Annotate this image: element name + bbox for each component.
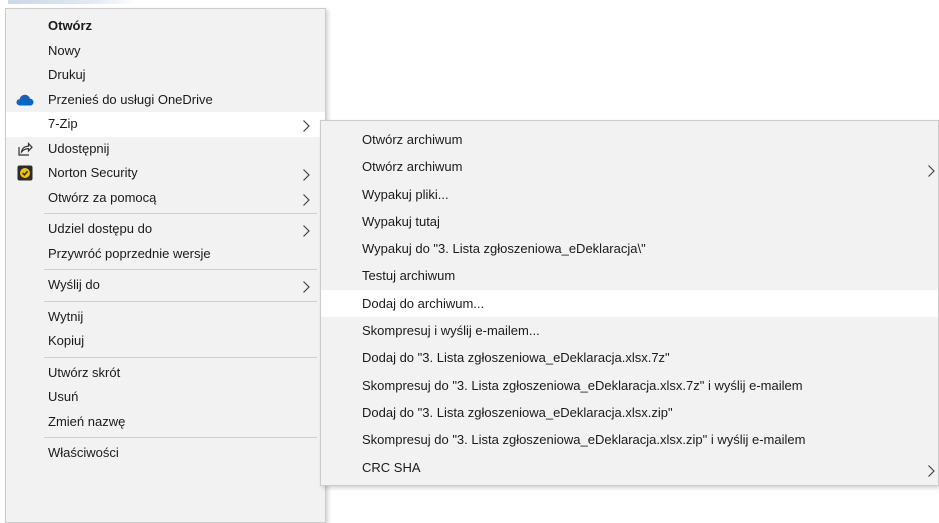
menu-item-label: Utwórz skrót bbox=[48, 364, 121, 380]
menu-separator bbox=[44, 269, 317, 270]
menu-item-wlasciwosci[interactable]: Właściwości bbox=[6, 441, 325, 466]
submenu-item-skompresuj-do-3-lista-zgloszeniowa-edeklaracja-x[interactable]: Skompresuj do "3. Lista zgłoszeniowa_eDe… bbox=[321, 372, 938, 399]
menu-item-otworz[interactable]: Otwórz bbox=[6, 14, 325, 39]
chevron-right-icon bbox=[301, 166, 311, 182]
menu-separator bbox=[44, 356, 317, 358]
menu-item-label: Wyślij do bbox=[48, 277, 100, 292]
onedrive-icon bbox=[16, 91, 34, 109]
submenu-item-otworz-archiwum[interactable]: Otwórz archiwum bbox=[321, 153, 938, 180]
menu-item-7-zip[interactable]: 7-Zip bbox=[6, 112, 325, 137]
menu-item-label: Udziel dostępu do bbox=[48, 221, 153, 236]
menu-item-label: Skompresuj i wyślij e-mailem... bbox=[362, 323, 540, 339]
menu-item-label: Norton Security bbox=[48, 165, 138, 180]
menu-separator bbox=[44, 300, 317, 302]
menu-item-udziel-dostepu-do[interactable]: Udziel dostępu do bbox=[6, 217, 325, 242]
menu-item-label: Skompresuj do "3. Lista zgłoszeniowa_eDe… bbox=[362, 432, 806, 448]
menu-item-otworz-za-pomoca[interactable]: Otwórz za pomocą bbox=[6, 186, 325, 211]
menu-item-wytnij[interactable]: Wytnij bbox=[6, 305, 325, 330]
menu-item-label: Otwórz archiwum bbox=[362, 159, 463, 175]
menu-item-zmien-nazwe[interactable]: Zmień nazwę bbox=[6, 410, 325, 435]
menu-separator bbox=[44, 213, 317, 214]
selected-file-hint bbox=[8, 0, 138, 4]
7zip-submenu: Otwórz archiwum Otwórz archiwum Wypakuj pl… bbox=[320, 120, 939, 486]
menu-item-label: Przenieś do usługi OneDrive bbox=[48, 91, 213, 107]
menu-item-usun[interactable]: Usuń bbox=[6, 385, 325, 410]
menu-item-label: Skompresuj do "3. Lista zgłoszeniowa_eDe… bbox=[362, 377, 803, 393]
menu-item-label: Drukuj bbox=[48, 67, 86, 82]
share-icon bbox=[16, 140, 34, 158]
submenu-item-wypakuj-pliki[interactable]: Wypakuj pliki... bbox=[321, 181, 938, 208]
submenu-item-skompresuj-i-wyslij-e-mailem[interactable]: Skompresuj i wyślij e-mailem... bbox=[321, 317, 938, 344]
chevron-right-icon bbox=[301, 222, 311, 238]
submenu-item-dodaj-do-3-lista-zgloszeniowa-edeklaracja-xlsx-7[interactable]: Dodaj do "3. Lista zgłoszeniowa_eDeklara… bbox=[321, 344, 938, 371]
menu-item-label: Wypakuj do "3. Lista zgłoszeniowa_eDekla… bbox=[362, 241, 646, 257]
menu-item-label: CRC SHA bbox=[362, 459, 421, 475]
menu-item-label: Kopiuj bbox=[48, 333, 85, 348]
submenu-item-crc-sha[interactable]: CRC SHA bbox=[321, 454, 938, 481]
menu-item-label: Nowy bbox=[48, 42, 81, 58]
chevron-right-icon bbox=[926, 160, 936, 177]
menu-item-kopiuj[interactable]: Kopiuj bbox=[6, 329, 325, 354]
submenu-item-dodaj-do-3-lista-zgloszeniowa-edeklaracja-xlsx-z[interactable]: Dodaj do "3. Lista zgłoszeniowa_eDeklara… bbox=[321, 399, 938, 426]
menu-separator bbox=[44, 437, 317, 438]
menu-item-udostepnij[interactable]: Udostępnij bbox=[6, 137, 325, 162]
menu-item-label: Przywróć poprzednie wersje bbox=[48, 245, 211, 261]
submenu-item-dodaj-do-archiwum[interactable]: Dodaj do archiwum... bbox=[321, 289, 938, 318]
menu-item-label: Udostępnij bbox=[48, 140, 110, 156]
menu-item-label: Dodaj do "3. Lista zgłoszeniowa_eDeklara… bbox=[362, 350, 670, 366]
menu-item-label: Wypakuj tutaj bbox=[362, 213, 440, 229]
chevron-right-icon bbox=[301, 117, 311, 133]
menu-item-label: Otwórz archiwum bbox=[362, 132, 463, 147]
chevron-right-icon bbox=[301, 278, 311, 294]
menu-item-label: Właściwości bbox=[48, 445, 119, 460]
menu-item-label: Usuń bbox=[48, 389, 79, 404]
menu-item-label: Testuj archiwum bbox=[362, 268, 456, 284]
submenu-item-skompresuj-do-3-lista-zgloszeniowa-edeklaracja-x[interactable]: Skompresuj do "3. Lista zgłoszeniowa_eDe… bbox=[321, 426, 938, 453]
chevron-right-icon bbox=[926, 460, 936, 478]
submenu-item-testuj-archiwum[interactable]: Testuj archiwum bbox=[321, 262, 938, 289]
menu-item-przywroc-poprzednie-wersje[interactable]: Przywróć poprzednie wersje bbox=[6, 242, 325, 267]
menu-item-drukuj[interactable]: Drukuj bbox=[6, 63, 325, 88]
submenu-item-wypakuj-tutaj[interactable]: Wypakuj tutaj bbox=[321, 208, 938, 235]
menu-item-label: Zmień nazwę bbox=[48, 413, 126, 429]
menu-item-label: Otwórz za pomocą bbox=[48, 189, 157, 205]
norton-icon bbox=[16, 164, 34, 182]
desktop-area: Otwórz Nowy Drukuj Przenieś do usługi OneDr… bbox=[0, 0, 939, 523]
menu-item-utworz-skrot[interactable]: Utwórz skrót bbox=[6, 361, 325, 386]
menu-item-norton-security[interactable]: Norton Security bbox=[6, 161, 325, 186]
menu-item-nowy[interactable]: Nowy bbox=[6, 39, 325, 64]
submenu-item-otworz-archiwum[interactable]: Otwórz archiwum bbox=[321, 126, 938, 153]
menu-item-label: Dodaj do "3. Lista zgłoszeniowa_eDeklara… bbox=[362, 404, 673, 420]
menu-item-label: Otwórz bbox=[48, 18, 93, 33]
context-menu: Otwórz Nowy Drukuj Przenieś do usługi OneDr… bbox=[5, 8, 326, 523]
menu-item-label: Wypakuj pliki... bbox=[362, 186, 449, 202]
submenu-item-wypakuj-do-3-lista-zgloszeniowa-edeklaracja[interactable]: Wypakuj do "3. Lista zgłoszeniowa_eDekla… bbox=[321, 235, 938, 262]
menu-item-label: Wytnij bbox=[48, 308, 84, 324]
chevron-right-icon bbox=[301, 191, 311, 206]
menu-item-przenies-do-uslugi-onedrive[interactable]: Przenieś do usługi OneDrive bbox=[6, 88, 325, 113]
menu-item-wyslij-do[interactable]: Wyślij do bbox=[6, 273, 325, 298]
menu-item-label: 7-Zip bbox=[48, 116, 78, 131]
menu-item-label: Dodaj do archiwum... bbox=[362, 295, 485, 311]
